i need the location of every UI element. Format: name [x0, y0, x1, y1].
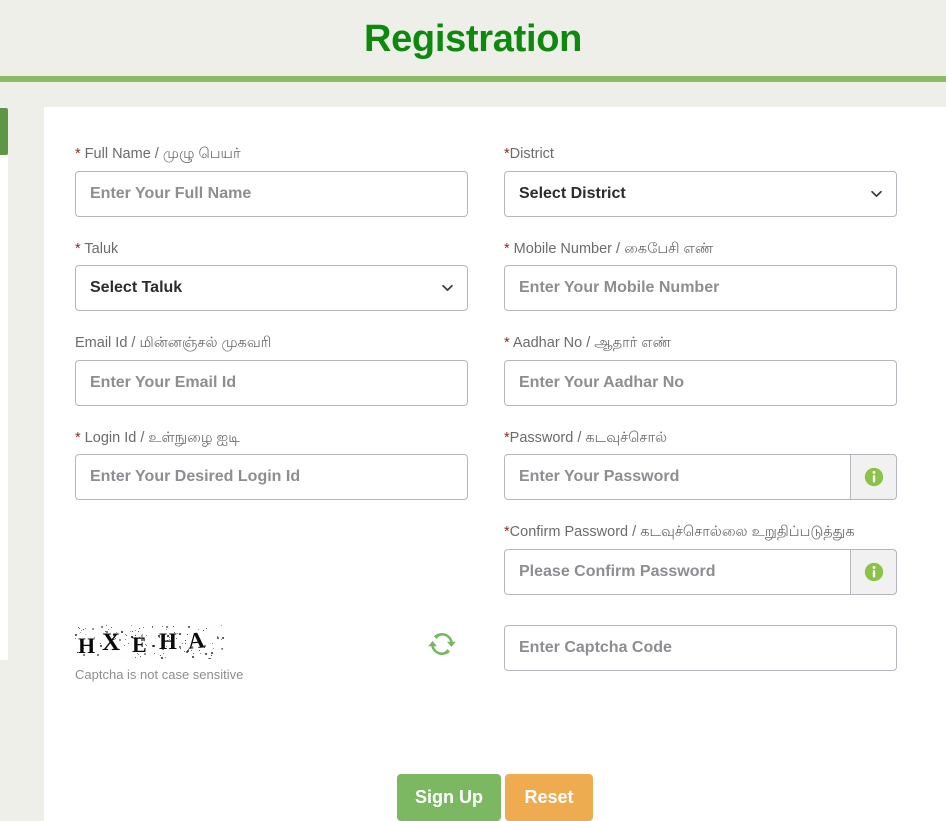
confirm-password-control[interactable] — [504, 548, 850, 595]
label-mobile-number: * Mobile Number / கைபேசி எண் — [504, 240, 897, 260]
label-password: *Password / கடவுச்சொல் — [504, 429, 897, 449]
taluk-selected-value: Select Taluk — [90, 279, 183, 297]
email-id-input[interactable] — [76, 360, 467, 405]
email-id-control[interactable] — [75, 359, 468, 406]
aadhar-no-input[interactable] — [505, 360, 896, 405]
info-icon — [864, 562, 883, 581]
mobile-number-control[interactable] — [504, 265, 897, 312]
label-text: Mobile Number / கைபேசி எண் — [509, 240, 714, 257]
label-taluk: * Taluk — [75, 240, 468, 260]
action-buttons: Sign Up Reset — [75, 774, 915, 821]
chevron-down-icon — [442, 284, 453, 292]
captcha-char: H — [159, 628, 177, 654]
taluk-select[interactable]: Select Taluk — [75, 265, 468, 312]
password-control[interactable] — [504, 454, 850, 501]
label-text: Taluk — [80, 240, 119, 257]
page-title: Registration — [363, 18, 583, 60]
registration-page: Registration * Full Name / முழு பெயர் * … — [0, 0, 946, 821]
password-group — [504, 454, 897, 501]
captcha-note: Captcha is not case sensitive — [75, 666, 244, 682]
form-columns: * Full Name / முழு பெயர் * Taluk Select … — [75, 145, 915, 595]
confirm-password-info-addon[interactable] — [850, 548, 897, 595]
district-selected-value: Select District — [519, 184, 626, 202]
label-aadhar-no: * Aadhar No / ஆதார் எண் — [504, 334, 897, 354]
label-login-id: * Login Id / உள்நுழை ஐடி — [75, 429, 468, 449]
info-icon — [864, 468, 883, 487]
mobile-number-input[interactable] — [505, 266, 896, 311]
aadhar-no-control[interactable] — [504, 359, 897, 406]
field-district: *District Select District — [504, 145, 897, 217]
label-text: Aadhar No / ஆதார் எண் — [509, 335, 672, 352]
captcha-input-control[interactable] — [504, 624, 897, 671]
label-confirm-password: *Confirm Password / கடவுச்சொல்லை உறுதிப்… — [504, 523, 897, 543]
title-divider — [0, 76, 946, 82]
label-text: Login Id / உள்நுழை ஐடி — [80, 429, 240, 446]
registration-form: * Full Name / முழு பெயர் * Taluk Select … — [75, 145, 915, 821]
form-column-left: * Full Name / முழு பெயர் * Taluk Select … — [75, 145, 468, 595]
password-input[interactable] — [505, 455, 850, 500]
full-name-control[interactable] — [75, 170, 468, 217]
field-confirm-password: *Confirm Password / கடவுச்சொல்லை உறுதிப்… — [504, 523, 897, 595]
registration-card: * Full Name / முழு பெயர் * Taluk Select … — [44, 107, 946, 821]
captcha-image: H X E H A — [75, 624, 225, 659]
captcha-char: X — [102, 628, 121, 656]
field-password: *Password / கடவுச்சொல் — [504, 429, 897, 501]
captcha-row: H X E H A Captcha is not case sensitive — [75, 624, 915, 682]
label-full-name: * Full Name / முழு பெயர் — [75, 145, 468, 165]
field-mobile-number: * Mobile Number / கைபேசி எண் — [504, 240, 897, 312]
sidebar-toggle-tab[interactable] — [0, 108, 8, 155]
field-login-id: * Login Id / உள்நுழை ஐடி — [75, 429, 468, 501]
chevron-down-icon — [871, 190, 882, 197]
label-text: Full Name / முழு பெயர் — [80, 146, 241, 162]
password-info-addon[interactable] — [850, 454, 897, 501]
label-district: *District — [504, 145, 897, 165]
confirm-password-group — [504, 548, 897, 595]
form-column-right: *District Select District * Mobile Numbe… — [504, 145, 897, 595]
login-id-input[interactable] — [76, 455, 467, 500]
captcha-char: A — [186, 627, 206, 654]
signup-button[interactable]: Sign Up — [397, 774, 501, 821]
field-aadhar-no: * Aadhar No / ஆதார் எண் — [504, 334, 897, 406]
captcha-left: H X E H A Captcha is not case sensitive — [75, 624, 468, 682]
login-id-control[interactable] — [75, 454, 468, 501]
captcha-char: H — [78, 632, 96, 658]
full-name-input[interactable] — [76, 171, 467, 216]
captcha-input[interactable] — [505, 625, 896, 670]
field-taluk: * Taluk Select Taluk — [75, 240, 468, 312]
sidebar-rail — [0, 155, 8, 660]
label-email-id: Email Id / மின்னஞ்சல் முகவரி — [75, 334, 468, 354]
label-text: Email Id / மின்னஞ்சல் முகவரி — [75, 335, 272, 352]
label-text: District — [509, 146, 554, 162]
confirm-password-input[interactable] — [505, 549, 850, 594]
district-select[interactable]: Select District — [504, 170, 897, 217]
label-text: Password / கடவுச்சொல் — [509, 429, 668, 446]
captcha-right — [504, 624, 897, 671]
field-full-name: * Full Name / முழு பெயர் — [75, 145, 468, 217]
label-text: Confirm Password / கடவுச்சொல்லை உறுதிப்ப… — [509, 524, 855, 541]
refresh-icon[interactable] — [427, 629, 457, 659]
reset-button[interactable]: Reset — [505, 774, 593, 821]
field-email-id: Email Id / மின்னஞ்சல் முகவரி — [75, 334, 468, 406]
